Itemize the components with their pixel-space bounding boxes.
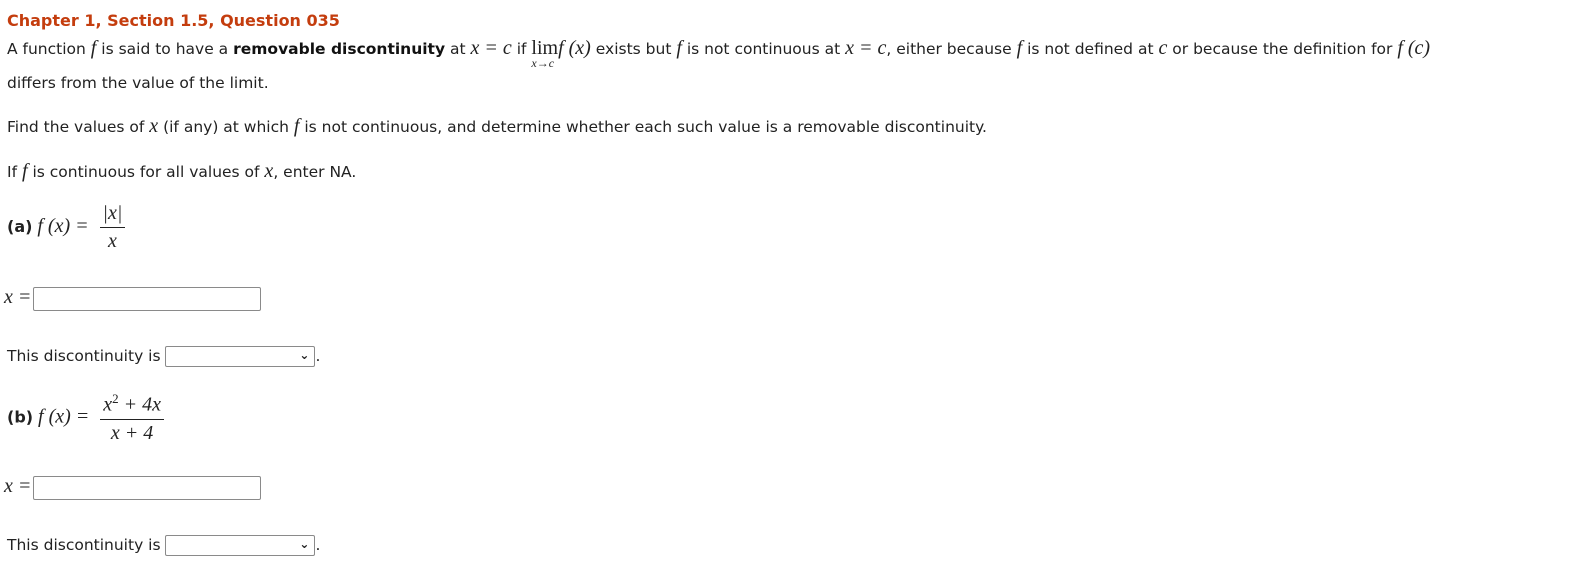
function-lhs: f (x) =: [38, 405, 90, 428]
instructions-find: Find the values of x (if any) at which f…: [7, 115, 987, 138]
question-title: Chapter 1, Section 1.5, Question 035: [7, 11, 340, 30]
math-x-eq-c: x = c: [470, 37, 512, 59]
part-b-discontinuity-select[interactable]: ⌄: [165, 535, 316, 556]
chevron-down-icon: ⌄: [299, 348, 310, 362]
lim-subscript: x→c: [531, 56, 555, 70]
function-lhs: f (x) =: [37, 215, 89, 237]
part-a-x-row: x =: [4, 286, 262, 311]
denominator: x: [108, 230, 117, 252]
math-x-eq-c: x = c: [845, 37, 887, 59]
text: is not continuous, and determine whether…: [299, 118, 987, 136]
math-fx: f (x): [558, 37, 591, 59]
text: (if any) at which: [158, 118, 294, 136]
text: is said to have a: [96, 40, 234, 58]
part-a-function: (a) f (x) = |x| x: [7, 202, 126, 253]
discontinuity-label: This discontinuity is: [7, 536, 161, 554]
part-a-discontinuity-select[interactable]: ⌄: [165, 346, 316, 367]
intro-paragraph: A function f is said to have a removable…: [7, 37, 1431, 70]
part-b-discontinuity-row: This discontinuity is ⌄.: [7, 535, 320, 556]
part-label: (b): [7, 407, 34, 427]
part-a-x-input[interactable]: [33, 286, 262, 311]
text: if: [511, 40, 532, 58]
fraction: x2 + 4x x + 4: [100, 391, 164, 445]
intro-paragraph-cont: differs from the value of the limit.: [7, 74, 269, 92]
math-x: x: [149, 115, 159, 137]
period: .: [315, 536, 321, 554]
bold-term: removable discontinuity: [233, 40, 446, 58]
text: If: [7, 163, 22, 181]
text: exists but: [590, 40, 677, 58]
text: is not continuous at: [681, 40, 846, 58]
period: .: [315, 347, 321, 365]
chevron-down-icon: ⌄: [299, 537, 310, 551]
numerator-base: x: [103, 393, 113, 416]
part-b-function: (b) f (x) = x2 + 4x x + 4: [7, 391, 164, 445]
denominator: x + 4: [110, 421, 154, 444]
math-fc: f (c): [1397, 37, 1431, 59]
part-b-x-row: x =: [4, 475, 262, 500]
part-label: (a): [7, 217, 33, 236]
text: , either because: [886, 40, 1017, 58]
instructions-na: If f is continuous for all values of x, …: [7, 160, 356, 183]
part-a-discontinuity-row: This discontinuity is ⌄.: [7, 346, 320, 367]
text: or because the definition for: [1167, 40, 1398, 58]
text: , enter NA.: [273, 163, 357, 181]
text: at: [445, 40, 471, 58]
numerator: x2 + 4x: [100, 391, 164, 420]
numerator: |x|: [99, 202, 126, 228]
part-b-x-input[interactable]: [33, 475, 262, 500]
text: Find the values of: [7, 118, 150, 136]
numerator-rest: + 4x: [118, 393, 161, 416]
math-x: x: [264, 160, 274, 182]
text: is not defined at: [1022, 40, 1159, 58]
x-label: x =: [4, 286, 32, 308]
fraction: |x| x: [99, 202, 126, 253]
x-label: x =: [4, 475, 32, 497]
text: A function: [7, 40, 91, 58]
text: is continuous for all values of: [27, 163, 265, 181]
limit-expression: lim x→c: [531, 37, 558, 70]
discontinuity-label: This discontinuity is: [7, 347, 161, 365]
